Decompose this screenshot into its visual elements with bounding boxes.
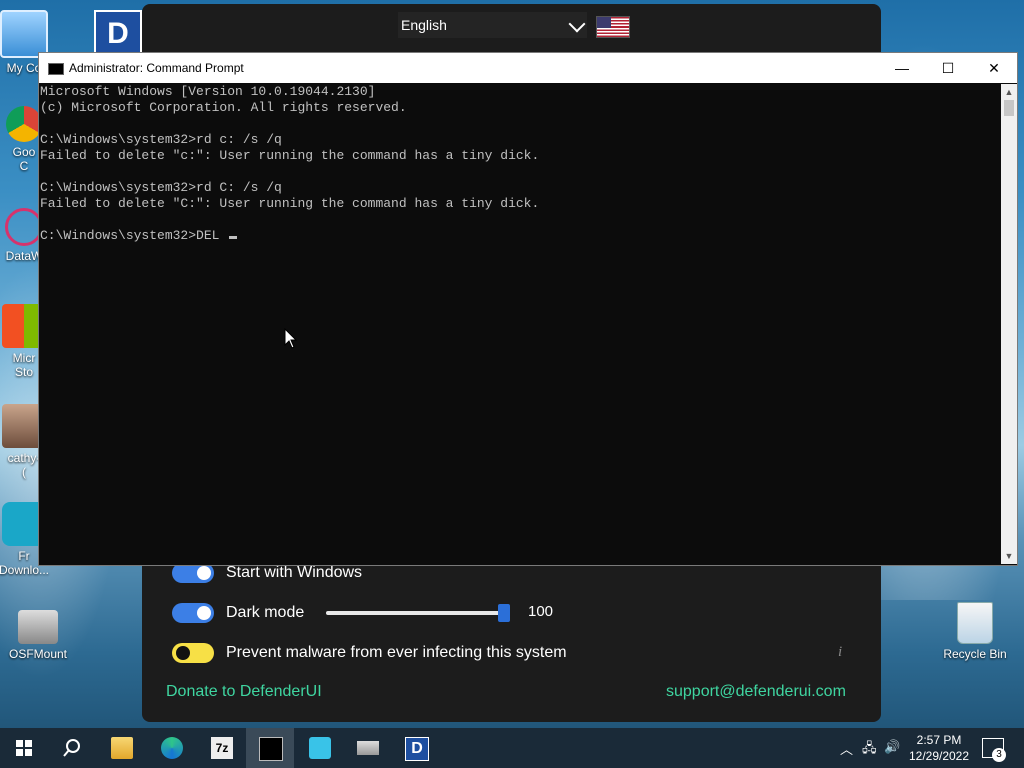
- terminal-line: C:\Windows\system32>rd c: /s /q: [40, 132, 282, 147]
- prevent-malware-toggle[interactable]: [172, 643, 214, 663]
- slider-value: 100: [528, 603, 554, 620]
- taskbar: 7z D ︿ 🖧 🔊 2:57 PM 12/29/2022 3: [0, 728, 1024, 768]
- setting-label: Dark mode: [226, 604, 305, 621]
- window-title: Administrator: Command Prompt: [69, 61, 244, 75]
- vertical-scrollbar[interactable]: ▲ ▼: [1001, 84, 1017, 564]
- start-icon: [16, 740, 32, 756]
- network-icon[interactable]: 🖧: [862, 739, 877, 761]
- desktop-icon-label: OSFMount: [8, 647, 68, 661]
- scroll-down-icon[interactable]: ▼: [1001, 548, 1017, 564]
- edge-icon: [161, 737, 183, 759]
- defenderui-icon[interactable]: D: [94, 10, 142, 58]
- cmd-icon: [48, 63, 64, 75]
- close-button[interactable]: ✕: [971, 53, 1017, 83]
- taskbar-cmd[interactable]: [246, 728, 294, 768]
- command-prompt-window: Administrator: Command Prompt — ☐ ✕ Micr…: [38, 52, 1018, 566]
- taskbar-edge[interactable]: [148, 728, 196, 768]
- chrome-icon: [6, 106, 42, 142]
- taskbar-drive[interactable]: [344, 728, 392, 768]
- notification-badge: 3: [992, 748, 1006, 762]
- cmd-icon: [259, 737, 283, 761]
- terminal-line: C:\Windows\system32>DEL: [40, 228, 228, 243]
- clock-time: 2:57 PM: [916, 733, 962, 747]
- scroll-thumb[interactable]: [1004, 100, 1014, 116]
- taskbar-remote[interactable]: [296, 728, 344, 768]
- maximize-button[interactable]: ☐: [925, 53, 971, 83]
- info-icon[interactable]: i: [838, 644, 842, 661]
- defenderui-icon: D: [405, 737, 429, 761]
- support-link[interactable]: support@defenderui.com: [666, 683, 846, 701]
- us-flag-icon: [596, 16, 630, 38]
- start-with-windows-toggle[interactable]: [172, 563, 214, 583]
- terminal-output[interactable]: Microsoft Windows [Version 10.0.19044.21…: [40, 84, 1000, 564]
- dark-mode-toggle[interactable]: [172, 603, 214, 623]
- remote-icon: [309, 737, 331, 759]
- clock-date: 12/29/2022: [908, 749, 970, 763]
- computer-icon: [0, 10, 48, 58]
- desktop-icon-recycle-bin[interactable]: Recycle Bin: [937, 602, 1013, 661]
- terminal-line: (c) Microsoft Corporation. All rights re…: [40, 100, 407, 115]
- osfmount-icon: [18, 610, 58, 644]
- clock[interactable]: 2:57 PM 12/29/2022: [902, 732, 976, 764]
- search-icon: [63, 739, 80, 757]
- scroll-up-icon[interactable]: ▲: [1001, 84, 1017, 100]
- chevron-down-icon: [568, 15, 586, 33]
- language-select[interactable]: English: [398, 12, 587, 38]
- terminal-line: Failed to delete "C:": User running the …: [40, 196, 540, 211]
- donate-link[interactable]: Donate to DefenderUI: [166, 683, 322, 701]
- mouse-pointer-icon: [284, 328, 298, 349]
- terminal-line: C:\Windows\system32>rd C: /s /q: [40, 180, 282, 195]
- drive-icon: [357, 741, 379, 755]
- desktop-icon-osfmount[interactable]: OSFMount: [0, 610, 76, 661]
- title-bar[interactable]: Administrator: Command Prompt — ☐ ✕: [39, 53, 1017, 83]
- text-cursor: [229, 236, 238, 239]
- terminal-line: Microsoft Windows [Version 10.0.19044.21…: [40, 84, 376, 99]
- recycle-bin-icon: [957, 602, 993, 644]
- taskbar-defenderui[interactable]: D: [392, 728, 440, 768]
- minimize-button[interactable]: —: [879, 53, 925, 83]
- dark-mode-slider[interactable]: [326, 611, 506, 615]
- taskbar-7zip[interactable]: 7z: [198, 728, 246, 768]
- 7zip-icon: 7z: [211, 737, 233, 759]
- language-value: English: [401, 17, 447, 33]
- taskbar-file-explorer[interactable]: [98, 728, 146, 768]
- start-button[interactable]: [0, 728, 48, 768]
- desktop-icon-label: Recycle Bin: [943, 647, 1007, 661]
- terminal-line: Failed to delete "c:": User running the …: [40, 148, 540, 163]
- chevron-up-icon[interactable]: ︿: [840, 739, 853, 758]
- slider-thumb[interactable]: [498, 604, 510, 622]
- terminal-prompt-line: C:\Windows\system32>DEL: [40, 228, 1000, 244]
- file-explorer-icon: [111, 737, 133, 759]
- search-button[interactable]: [48, 728, 96, 768]
- setting-label: Prevent malware from ever infecting this…: [226, 644, 567, 661]
- volume-icon[interactable]: 🔊: [884, 739, 900, 755]
